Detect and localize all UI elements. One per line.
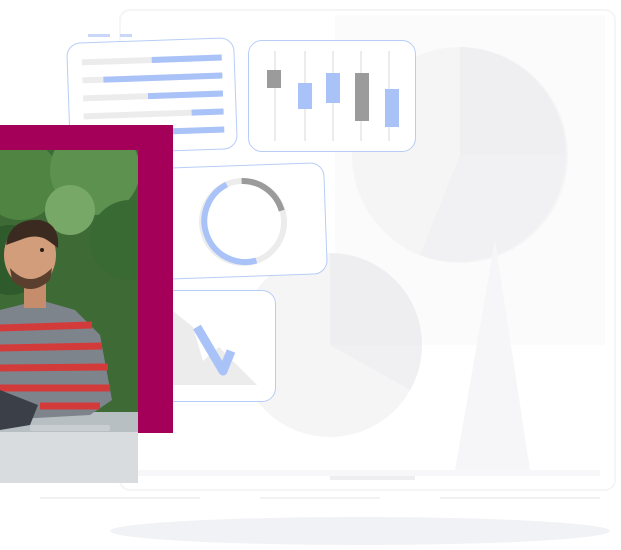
donut-progress-arc [241, 177, 285, 212]
man-with-laptop-photo [0, 150, 138, 483]
bar-1 [151, 54, 222, 63]
bar-4 [191, 108, 224, 116]
candle-4 [355, 73, 369, 121]
ground-shadow [110, 517, 610, 545]
candle-2 [298, 83, 312, 109]
candle-3 [326, 73, 340, 103]
donut-chart-card [156, 162, 328, 280]
donut-chart-icon [199, 177, 288, 266]
candlestick-chart-icon [267, 51, 399, 141]
candle-1 [267, 70, 281, 88]
bar-3 [147, 90, 224, 100]
candlestick-chart-card [248, 40, 416, 152]
area-trend-chart-icon [173, 311, 257, 385]
bar-2 [103, 72, 223, 83]
candle-5 [385, 89, 399, 127]
trend-chart-card [158, 290, 276, 402]
